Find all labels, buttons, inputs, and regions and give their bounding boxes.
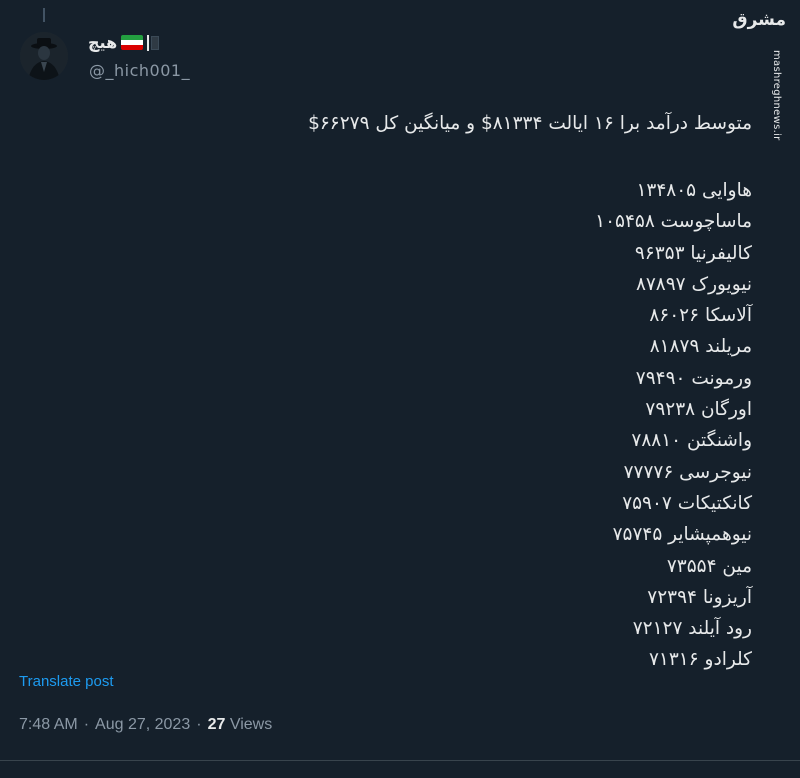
list-item: رود آیلند ۷۲۱۲۷ — [632, 618, 752, 640]
list-item: آلاسکا ۸۶۰۲۶ — [649, 305, 752, 327]
list-item: آریزونا ۷۲۳۹۴ — [647, 586, 752, 608]
list-item: هاوایی ۱۳۴۸۰۵ — [636, 180, 752, 201]
list-item: کلرادو ۷۱۳۱۶ — [648, 649, 752, 671]
list-item: اورگان ۷۹۲۳۸ — [645, 399, 752, 421]
list-item: مین ۷۳۵۵۴ — [666, 555, 752, 577]
list-item: کانکتیکات ۷۵۹۰۷ — [622, 492, 752, 514]
post-header: هیچ @_hich001_ — [84, 31, 684, 83]
avatar-image — [20, 32, 68, 80]
divider — [0, 760, 800, 761]
thread-connector-line — [43, 8, 45, 22]
watermark: مشرق mashreghnews.ir — [732, 10, 790, 141]
watermark-logo: مشرق — [732, 10, 786, 30]
watermark-url: mashreghnews.ir — [771, 50, 782, 141]
author-display-name[interactable]: هیچ — [88, 33, 117, 52]
avatar[interactable] — [20, 32, 68, 80]
meta-separator: · — [196, 716, 202, 733]
author-handle[interactable]: @_hich001_ — [89, 61, 190, 80]
list-item: نیوهمپشایر ۷۵۷۴۵ — [612, 524, 752, 546]
iran-flag-icon — [121, 35, 144, 50]
post-text: متوسط درآمد برا ۱۶ ایالت ۸۱۳۳۴$ و میانگی… — [52, 109, 752, 676]
translate-post-link[interactable]: Translate post — [19, 673, 114, 690]
views-label: Views — [229, 716, 273, 733]
post-metadata: 7:48 AM · Aug 27, 2023 · 27 Views — [19, 716, 272, 734]
author-name-row[interactable]: هیچ — [88, 33, 160, 52]
list-item: واشنگتن ۷۸۸۱۰ — [631, 430, 752, 452]
post-headline: متوسط درآمد برا ۱۶ ایالت ۸۱۳۳۴$ و میانگی… — [308, 113, 752, 134]
list-item: کالیفرنیا ۹۶۳۵۳ — [634, 242, 752, 264]
black-square-icon — [147, 34, 160, 51]
list-item: ماساچوست ۱۰۵۴۵۸ — [595, 211, 752, 233]
meta-separator: · — [83, 716, 90, 733]
list-item: ورمونت ۷۹۴۹۰ — [635, 367, 752, 389]
state-income-list: هاوایی ۱۳۴۸۰۵ ماساچوست ۱۰۵۴۵۸ کالیفرنیا … — [52, 175, 752, 676]
post-date[interactable]: Aug 27, 2023 — [95, 716, 190, 734]
list-item: نیوجرسی ۷۷۷۷۶ — [623, 461, 752, 483]
list-item: مریلند ۸۱۸۷۹ — [649, 336, 752, 358]
list-item: نیویورک ۸۷۸۹۷ — [635, 273, 752, 295]
views-count: 27 — [207, 716, 226, 733]
views-indicator[interactable]: 27 Views — [208, 716, 273, 734]
post-time[interactable]: 7:48 AM — [19, 716, 78, 734]
